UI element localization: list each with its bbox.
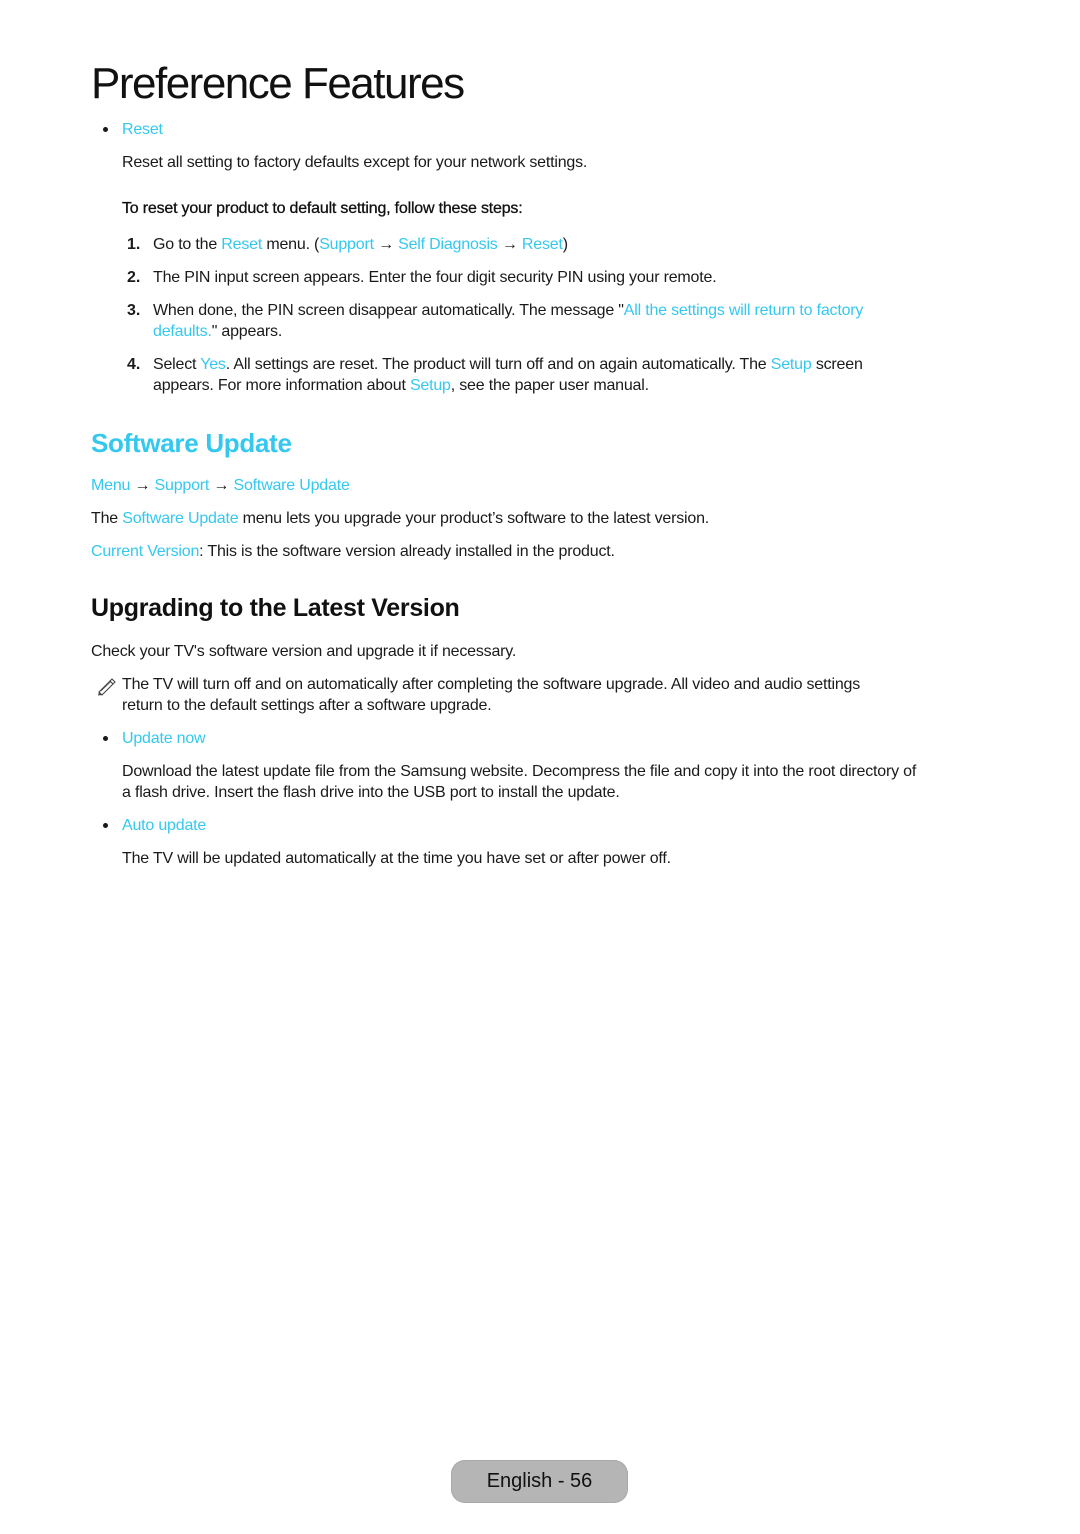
description-line: Download the latest update file from the… bbox=[122, 763, 917, 780]
breadcrumb-support[interactable]: Support bbox=[155, 477, 210, 494]
breadcrumb: Menu → Support → Software Update bbox=[91, 475, 350, 496]
step-text: Select bbox=[153, 356, 201, 373]
step-3: When done, the PIN screen disappear auto… bbox=[153, 300, 953, 342]
step-text: , see the paper user manual. bbox=[450, 377, 649, 394]
step-text: Go to the bbox=[153, 236, 222, 253]
step-1: Go to the Reset menu. (Support → Self Di… bbox=[153, 234, 953, 255]
note-line: return to the default settings after a s… bbox=[122, 697, 492, 714]
page-title: Preference Features bbox=[91, 59, 465, 108]
bullet-dot bbox=[103, 736, 108, 741]
auto-update-description: The TV will be updated automatically at … bbox=[122, 850, 671, 867]
menu-link-reset[interactable]: Reset bbox=[221, 236, 262, 253]
menu-link-self-diagnosis[interactable]: Self Diagnosis bbox=[398, 236, 498, 253]
page-number-badge: English - 56 bbox=[451, 1460, 628, 1503]
update-now-label[interactable]: Update now bbox=[122, 728, 206, 749]
step-4: Select Yes. All settings are reset. The … bbox=[153, 354, 953, 396]
breadcrumb-menu[interactable]: Menu bbox=[91, 477, 130, 494]
section-heading-software-update: Software Update bbox=[91, 428, 292, 458]
message-text: All the settings will return to factory bbox=[623, 302, 864, 319]
body-text: : This is the software version already i… bbox=[199, 543, 615, 560]
message-text: defaults. bbox=[153, 323, 212, 340]
step-text: screen bbox=[811, 356, 863, 373]
reset-bullet-label[interactable]: Reset bbox=[122, 119, 163, 140]
software-update-link[interactable]: Software Update bbox=[122, 510, 238, 527]
step-text: menu. ( bbox=[262, 236, 320, 253]
current-version-line: Current Version: This is the software ve… bbox=[91, 541, 615, 562]
steps-intro: To reset your product to default setting… bbox=[122, 200, 523, 217]
upgrading-intro: Check your TV's software version and upg… bbox=[91, 643, 517, 660]
step-text: ) bbox=[562, 236, 568, 253]
step-number: 2. bbox=[127, 269, 141, 286]
step-text: When done, the PIN screen disappear auto… bbox=[153, 302, 624, 319]
note-pencil-icon bbox=[98, 678, 116, 696]
body-text: menu lets you upgrade your product’s sof… bbox=[238, 510, 710, 527]
page-number-label: English - 56 bbox=[486, 1470, 593, 1492]
description-line: a flash drive. Insert the flash drive in… bbox=[122, 784, 620, 801]
software-update-intro: The Software Update menu lets you upgrad… bbox=[91, 508, 709, 529]
arrow-separator: → bbox=[209, 477, 234, 494]
setup-link[interactable]: Setup bbox=[771, 356, 812, 373]
menu-link-reset[interactable]: Reset bbox=[522, 236, 563, 253]
step-number: 4. bbox=[127, 356, 141, 373]
arrow-separator: → bbox=[130, 477, 155, 494]
bullet-dot bbox=[103, 823, 108, 828]
current-version-link[interactable]: Current Version bbox=[91, 543, 199, 560]
bullet-dot bbox=[103, 127, 108, 132]
step-text: " appears. bbox=[211, 323, 283, 340]
section-heading-upgrading: Upgrading to the Latest Version bbox=[91, 594, 460, 622]
update-now-description: Download the latest update file from the… bbox=[122, 761, 1022, 803]
step-text: appears. For more information about bbox=[153, 377, 410, 394]
step-2: The PIN input screen appears. Enter the … bbox=[153, 269, 717, 286]
breadcrumb-software-update[interactable]: Software Update bbox=[233, 477, 349, 494]
arrow-separator: → bbox=[373, 236, 399, 253]
step-number: 1. bbox=[127, 236, 141, 253]
step-number: 3. bbox=[127, 302, 141, 319]
setup-link[interactable]: Setup bbox=[410, 377, 451, 394]
reset-description: Reset all setting to factory defaults ex… bbox=[122, 154, 588, 171]
note-text: The TV will turn off and on automaticall… bbox=[122, 674, 1002, 716]
auto-update-label[interactable]: Auto update bbox=[122, 815, 206, 836]
note-line: The TV will turn off and on automaticall… bbox=[122, 676, 861, 693]
body-text: The bbox=[91, 510, 123, 527]
arrow-separator: → bbox=[497, 236, 522, 253]
option-yes[interactable]: Yes bbox=[200, 356, 226, 373]
step-text: . All settings are reset. The product wi… bbox=[225, 356, 771, 373]
menu-link-support[interactable]: Support bbox=[319, 236, 374, 253]
